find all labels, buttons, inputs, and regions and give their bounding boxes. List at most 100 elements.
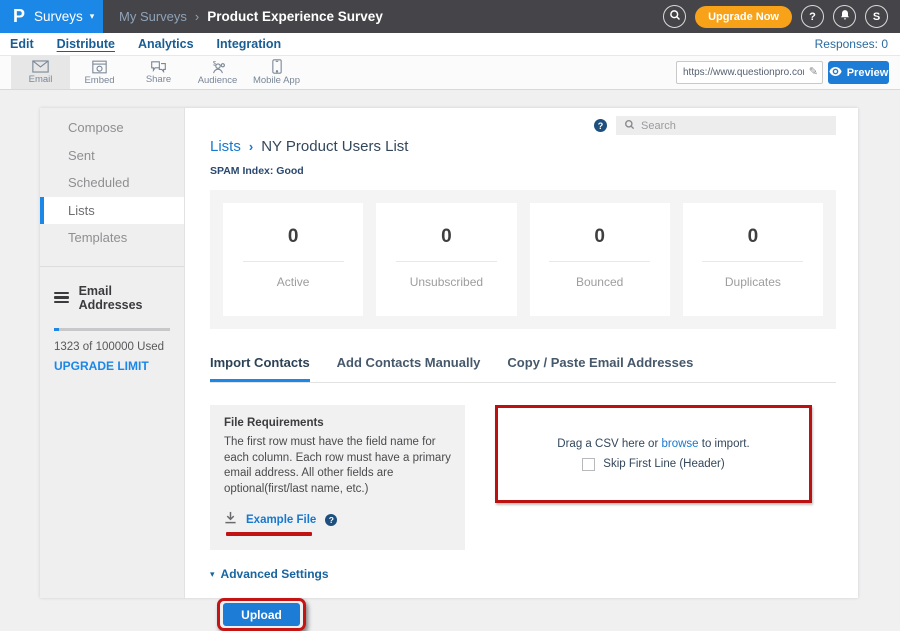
- skip-first-line-checkbox[interactable]: [582, 458, 595, 471]
- usage-progress-bar: [54, 328, 170, 331]
- annotation-csv-dropzone-highlight[interactable]: Drag a CSV here or browse to import. Ski…: [495, 405, 812, 503]
- email-sidebar: Compose Sent Scheduled Lists Templates E…: [40, 108, 185, 598]
- breadcrumb-lists-link[interactable]: Lists: [210, 138, 241, 155]
- stat-divider: [243, 261, 344, 262]
- channel-audience[interactable]: $ Audience: [188, 56, 247, 89]
- lists-main-area: ? Lists › NY Product Users List SPAM Ind…: [185, 108, 858, 598]
- search-icon: [669, 9, 681, 24]
- sidebar-item-scheduled[interactable]: Scheduled: [40, 169, 184, 197]
- embed-icon: [92, 60, 107, 74]
- stat-label: Bounced: [530, 275, 670, 289]
- email-addresses-title: Email Addresses: [79, 284, 170, 312]
- channel-email[interactable]: Email: [11, 56, 70, 89]
- breadcrumb-my-surveys[interactable]: My Surveys: [119, 9, 187, 24]
- stat-card-bounced: 0 Bounced: [530, 203, 670, 316]
- breadcrumb-separator: ›: [195, 9, 199, 24]
- channel-label: Email: [29, 74, 53, 85]
- search-field: [616, 116, 836, 135]
- mobile-app-icon: [272, 59, 282, 74]
- annotation-example-file-underline: [226, 532, 312, 536]
- file-requirements-body: The first row must have the field name f…: [224, 435, 451, 497]
- survey-url-input[interactable]: [676, 61, 823, 84]
- advanced-settings-label: Advanced Settings: [221, 567, 329, 581]
- file-requirements-title: File Requirements: [224, 417, 451, 429]
- preview-button[interactable]: Preview: [828, 61, 889, 84]
- stat-divider: [549, 261, 650, 262]
- stat-label: Active: [223, 275, 363, 289]
- share-icon: [150, 60, 167, 73]
- stat-divider: [396, 261, 497, 262]
- channel-mobile-app[interactable]: Mobile App: [247, 56, 306, 89]
- top-bar: P Surveys ▾ My Surveys › Product Experie…: [0, 0, 900, 33]
- spam-index-label: SPAM Index: Good: [210, 165, 836, 177]
- preview-label: Preview: [847, 67, 889, 79]
- tab-import-contacts[interactable]: Import Contacts: [210, 355, 310, 382]
- advanced-settings-toggle[interactable]: ▾ Advanced Settings: [210, 567, 836, 581]
- survey-url-field: ✎: [676, 61, 823, 84]
- distribute-toolbar: Email Embed Share $ Audience Mobile App: [0, 55, 900, 90]
- magnifier-icon: [624, 117, 635, 135]
- product-menu-label: Surveys: [34, 9, 83, 24]
- email-addresses-section: Email Addresses 1323 of 100000 Used UPGR…: [40, 267, 184, 373]
- eye-icon: [829, 67, 842, 79]
- responses-count[interactable]: Responses: 0: [815, 37, 888, 51]
- nav-edit[interactable]: Edit: [10, 34, 34, 54]
- stat-divider: [702, 261, 803, 262]
- stat-label: Unsubscribed: [376, 275, 516, 289]
- nav-analytics[interactable]: Analytics: [138, 34, 194, 54]
- edit-pencil-icon[interactable]: ✎: [809, 65, 818, 78]
- notifications-button[interactable]: [833, 5, 856, 28]
- sidebar-item-compose[interactable]: Compose: [40, 114, 184, 142]
- chevron-down-icon: ▾: [90, 11, 95, 22]
- list-search-row: ?: [594, 116, 836, 135]
- dropzone-instruction: Drag a CSV here or browse to import.: [557, 438, 749, 450]
- skip-first-line-label: Skip First Line (Header): [603, 458, 724, 470]
- stat-value: 0: [530, 226, 670, 248]
- channel-label: Embed: [84, 75, 114, 86]
- dropzone-text-after: to import.: [699, 438, 750, 450]
- email-addresses-header: Email Addresses: [54, 284, 170, 312]
- tab-add-contacts-manually[interactable]: Add Contacts Manually: [337, 355, 481, 382]
- import-contacts-content: File Requirements The first row must hav…: [210, 405, 836, 550]
- avatar-initial: S: [873, 11, 880, 23]
- avatar[interactable]: S: [865, 5, 888, 28]
- surveys-product-menu[interactable]: P Surveys ▾: [0, 0, 103, 33]
- breadcrumb-current-list: NY Product Users List: [261, 138, 408, 155]
- browse-link[interactable]: browse: [661, 438, 698, 450]
- contacts-tabs: Import Contacts Add Contacts Manually Co…: [210, 355, 836, 383]
- upgrade-now-button[interactable]: Upgrade Now: [695, 6, 792, 28]
- list-icon: [54, 292, 69, 304]
- stat-label: Duplicates: [683, 275, 823, 289]
- stat-card-active: 0 Active: [223, 203, 363, 316]
- stat-card-unsubscribed: 0 Unsubscribed: [376, 203, 516, 316]
- channel-share[interactable]: Share: [129, 56, 188, 89]
- search-input[interactable]: [641, 120, 811, 132]
- channel-embed[interactable]: Embed: [70, 56, 129, 89]
- help-button[interactable]: ?: [801, 5, 824, 28]
- file-requirements-box: File Requirements The first row must hav…: [210, 405, 465, 550]
- stat-value: 0: [683, 226, 823, 248]
- sidebar-item-sent[interactable]: Sent: [40, 142, 184, 170]
- survey-nav: Edit Distribute Analytics Integration Re…: [0, 33, 900, 55]
- upgrade-limit-link[interactable]: UPGRADE LIMIT: [54, 359, 170, 373]
- channel-label: Mobile App: [253, 75, 300, 86]
- help-icon[interactable]: ?: [594, 119, 607, 132]
- sidebar-item-lists[interactable]: Lists: [40, 197, 184, 225]
- example-file-link[interactable]: Example File: [246, 514, 316, 526]
- nav-distribute[interactable]: Distribute: [57, 34, 115, 54]
- upload-button[interactable]: Upload: [223, 603, 300, 626]
- audience-icon: $: [209, 60, 227, 74]
- sidebar-item-templates[interactable]: Templates: [40, 224, 184, 252]
- nav-integration[interactable]: Integration: [217, 34, 282, 54]
- search-button[interactable]: [663, 5, 686, 28]
- usage-text: 1323 of 100000 Used: [54, 341, 170, 353]
- topbar-actions: Upgrade Now ? S: [663, 0, 888, 33]
- list-stats-cards: 0 Active 0 Unsubscribed 0 Bounced 0 Dupl…: [210, 190, 836, 329]
- chevron-right-icon: ›: [249, 139, 253, 154]
- tab-copy-paste-email-addresses[interactable]: Copy / Paste Email Addresses: [507, 355, 693, 382]
- channel-list: Email Embed Share $ Audience Mobile App: [11, 56, 306, 89]
- help-icon[interactable]: ?: [325, 514, 337, 526]
- email-icon: [32, 60, 49, 73]
- usage-progress-fill: [54, 328, 59, 331]
- dropzone-text-before: Drag a CSV here or: [557, 438, 661, 450]
